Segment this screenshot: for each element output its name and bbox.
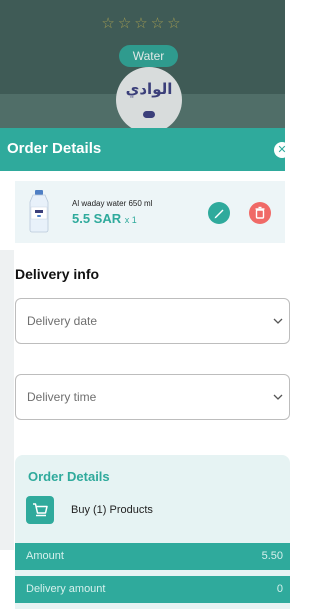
chevron-down-icon: [273, 394, 283, 400]
sheet-title: Order Details: [7, 140, 102, 157]
delivery-time-placeholder: Delivery time: [27, 390, 97, 404]
edit-item-button[interactable]: [208, 202, 230, 224]
brand-logo-text: الوادي: [125, 80, 173, 98]
delivery-amount-label: Delivery amount: [26, 583, 106, 595]
category-pill: Water: [119, 45, 178, 67]
amount-value: 5.50: [261, 550, 283, 562]
amount-label: Amount: [26, 550, 64, 562]
chevron-down-icon: [273, 318, 283, 324]
product-image: الوادي: [116, 67, 182, 128]
product-page-backdrop: ☆☆☆☆☆ Water الوادي: [0, 0, 285, 128]
sheet-shadow: [0, 250, 14, 550]
item-price-line: 5.5 SAR x 1: [72, 211, 137, 226]
delete-item-button[interactable]: [249, 202, 271, 224]
brand-badge: [143, 111, 155, 118]
rating-stars: ☆☆☆☆☆: [101, 15, 184, 32]
delivery-date-placeholder: Delivery date: [27, 314, 98, 328]
close-icon[interactable]: ✕: [274, 142, 290, 158]
sheet-header: Order Details ✕: [0, 128, 290, 171]
item-price: 5.5 SAR: [72, 211, 122, 226]
delivery-date-select[interactable]: Delivery date: [15, 298, 290, 344]
order-summary-card: Order Details Buy (1) Products Amount 5.…: [15, 455, 290, 609]
delivery-amount-row: Delivery amount 0: [15, 576, 290, 603]
item-name: Al waday water 650 ml: [72, 199, 153, 208]
item-quantity: x 1: [124, 215, 137, 225]
water-bottle-icon: [29, 190, 49, 233]
pencil-icon: [214, 209, 224, 219]
delivery-time-select[interactable]: Delivery time: [15, 374, 290, 420]
summary-title: Order Details: [28, 469, 110, 484]
trash-icon: [255, 206, 265, 219]
cart-icon-box: [26, 496, 54, 524]
delivery-info-title: Delivery info: [15, 266, 100, 282]
cart-item: Al waday water 650 ml 5.5 SAR x 1: [15, 181, 285, 243]
cart-icon: [33, 503, 48, 517]
buy-products-text: Buy (1) Products: [71, 504, 153, 516]
delivery-amount-value: 0: [276, 583, 283, 595]
amount-row: Amount 5.50: [15, 543, 290, 570]
